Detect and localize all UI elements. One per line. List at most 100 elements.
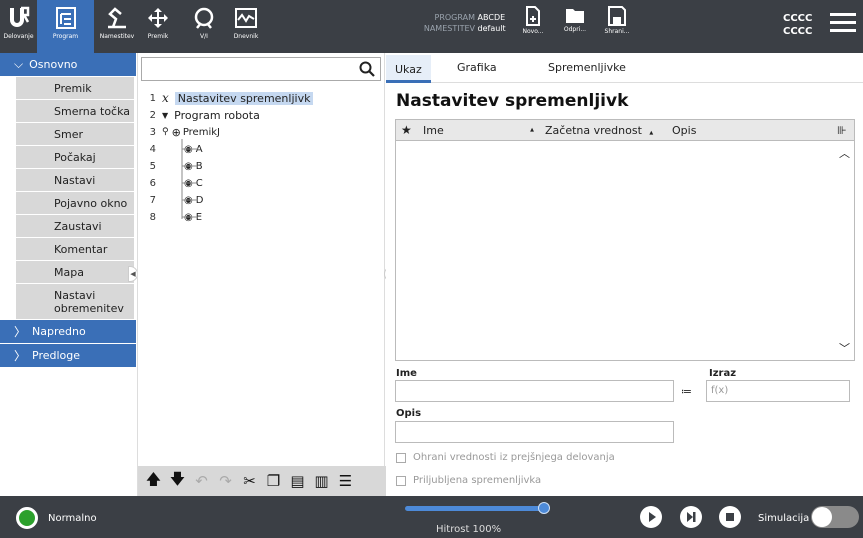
- keep-values-checkbox[interactable]: Ohrani vrednosti iz prejšnjega delovanja: [396, 452, 615, 463]
- category-label: Predloge: [32, 349, 81, 362]
- tree-node-robot-program[interactable]: 2 ▼ Program robota: [138, 107, 260, 123]
- search-icon[interactable]: [359, 61, 375, 77]
- command-panel: Ukaz Grafika Spremenljivke Nastavitev sp…: [386, 53, 863, 496]
- ur-logo-icon: [9, 6, 29, 27]
- speed-slider-handle[interactable]: [538, 502, 550, 514]
- category-basic-header[interactable]: ⌵ Osnovno: [0, 53, 136, 76]
- command-category-panel: ⌵ Osnovno Premik Smerna točka Smer Počak…: [0, 53, 136, 496]
- command-item-move[interactable]: Premik: [16, 77, 134, 100]
- nav-log-button[interactable]: Dnevnik: [228, 0, 264, 53]
- chevron-up-icon[interactable]: ︿: [839, 145, 850, 161]
- pin-icon: ⚲: [162, 127, 169, 137]
- tab-command[interactable]: Ukaz: [386, 55, 431, 83]
- move-icon: ⊕: [171, 125, 181, 139]
- tab-bar: Ukaz Grafika Spremenljivke: [386, 53, 863, 83]
- expression-label: Izraz: [709, 368, 737, 379]
- favorite-variable-checkbox[interactable]: Priljubljena spremenljivka: [396, 475, 541, 486]
- page-title: Nastavitev spremenljivk: [396, 91, 629, 111]
- program-key: PROGRAM: [434, 13, 476, 22]
- chevron-down-icon[interactable]: ﹀: [839, 340, 850, 356]
- save-label: Shrani...: [604, 28, 630, 35]
- speed-label: Hitrost 100%: [436, 524, 502, 535]
- paste-icon[interactable]: ▤: [288, 472, 307, 490]
- nav-run-button[interactable]: Delovanje: [0, 0, 37, 53]
- expression-field[interactable]: f(x): [706, 380, 850, 402]
- expand-triangle-icon[interactable]: ▼: [162, 111, 168, 120]
- table-header: ★ Ime ▲ Začetna vrednost ▲ Opis ⊪: [396, 120, 854, 141]
- save-button[interactable]: Shrani...: [600, 6, 634, 35]
- save-icon: [608, 6, 626, 26]
- tree-toolbar: 🡅 🡇 ↶ ↷ ✂ ❐ ▤ ▥ ☰: [138, 466, 386, 496]
- open-label: Odpri...: [563, 26, 587, 33]
- tab-graphics[interactable]: Grafika: [457, 61, 497, 74]
- stop-icon: [726, 513, 734, 521]
- tree-node-movej[interactable]: 3 ⚲ ⊕ PremikJ: [138, 124, 220, 140]
- new-button[interactable]: Novo...: [516, 6, 550, 35]
- command-item-wait[interactable]: Počakaj: [16, 146, 134, 169]
- line-number: 7: [149, 194, 156, 206]
- stop-button[interactable]: [719, 506, 741, 528]
- tab-variables[interactable]: Spremenljivke: [548, 61, 626, 74]
- installation-name: default: [477, 24, 506, 33]
- collapse-columns-icon[interactable]: ⊪: [832, 124, 852, 137]
- undo-icon[interactable]: ↶: [192, 472, 211, 490]
- move-icon: [148, 8, 168, 28]
- nav-program-button[interactable]: Program: [37, 0, 94, 53]
- suppress-icon[interactable]: ☰: [336, 472, 355, 490]
- io-icon: [194, 7, 214, 29]
- cut-icon[interactable]: ✂: [240, 472, 259, 490]
- delete-icon[interactable]: ▥: [312, 472, 331, 490]
- copy-icon[interactable]: ❐: [264, 472, 283, 490]
- new-label: Novo...: [522, 28, 544, 35]
- column-header-name[interactable]: Ime ▲: [418, 124, 540, 137]
- category-label: Osnovno: [29, 58, 78, 71]
- speed-slider[interactable]: [405, 506, 545, 511]
- log-icon: [235, 8, 257, 28]
- command-item-waypoint[interactable]: Smerna točka: [16, 100, 134, 123]
- command-item-halt[interactable]: Zaustavi: [16, 215, 134, 238]
- description-field[interactable]: [395, 421, 674, 443]
- move-up-icon[interactable]: 🡅: [144, 469, 163, 494]
- toggle-knob[interactable]: [812, 507, 832, 527]
- play-button[interactable]: [640, 506, 662, 528]
- line-number: 6: [149, 177, 156, 189]
- redo-icon[interactable]: ↷: [216, 472, 235, 490]
- favorite-star-icon[interactable]: ★: [396, 123, 418, 137]
- step-icon: [687, 512, 696, 522]
- checkbox-icon[interactable]: [396, 475, 406, 486]
- nav-label: Delovanje: [3, 33, 34, 40]
- command-item-popup[interactable]: Pojavno okno: [16, 192, 134, 215]
- command-item-set-payload[interactable]: Nastavi obremenitev: [16, 284, 134, 320]
- line-number: 2: [149, 109, 156, 121]
- chevron-down-icon: ⌵: [14, 57, 24, 71]
- command-item-comment[interactable]: Komentar: [16, 238, 134, 261]
- top-bar: Delovanje Program Namestitev Premik V/I …: [0, 0, 863, 53]
- tree-node-label: PremikJ: [182, 126, 220, 138]
- checkbox-icon[interactable]: [396, 452, 406, 463]
- move-down-icon[interactable]: 🡇: [168, 469, 187, 494]
- simulation-toggle[interactable]: [811, 506, 859, 528]
- table-scrollbar[interactable]: ︿ ﹀: [834, 141, 854, 360]
- nav-label: Dnevnik: [233, 33, 259, 40]
- category-advanced-header[interactable]: 〉 Napredno: [0, 320, 136, 343]
- nav-move-button[interactable]: Premik: [140, 0, 176, 53]
- column-header-description[interactable]: Opis: [667, 124, 832, 137]
- column-header-initial-value[interactable]: Začetna vrednost ▲: [540, 124, 667, 137]
- category-templates-header[interactable]: 〉 Predloge: [0, 344, 136, 367]
- sort-icon: ▲: [530, 126, 534, 133]
- power-status-icon[interactable]: [16, 507, 38, 529]
- tree-search-input[interactable]: [141, 57, 381, 81]
- command-item-folder[interactable]: Mapa: [16, 261, 134, 284]
- nav-io-button[interactable]: V/I: [186, 0, 222, 53]
- line-number: 1: [149, 92, 156, 104]
- command-item-set[interactable]: Nastavi: [16, 169, 134, 192]
- chevron-right-icon: 〉: [14, 349, 27, 363]
- name-field[interactable]: [395, 380, 674, 402]
- step-button[interactable]: [680, 506, 702, 528]
- tree-node-variables-setup[interactable]: 1 x Nastavitev spremenljivk: [138, 90, 314, 106]
- command-item-direction[interactable]: Smer: [16, 123, 134, 146]
- open-button[interactable]: Odpri...: [558, 6, 592, 33]
- hamburger-menu-icon[interactable]: [830, 13, 856, 35]
- program-name: ABCDE: [477, 13, 506, 22]
- nav-installation-button[interactable]: Namestitev: [94, 0, 140, 53]
